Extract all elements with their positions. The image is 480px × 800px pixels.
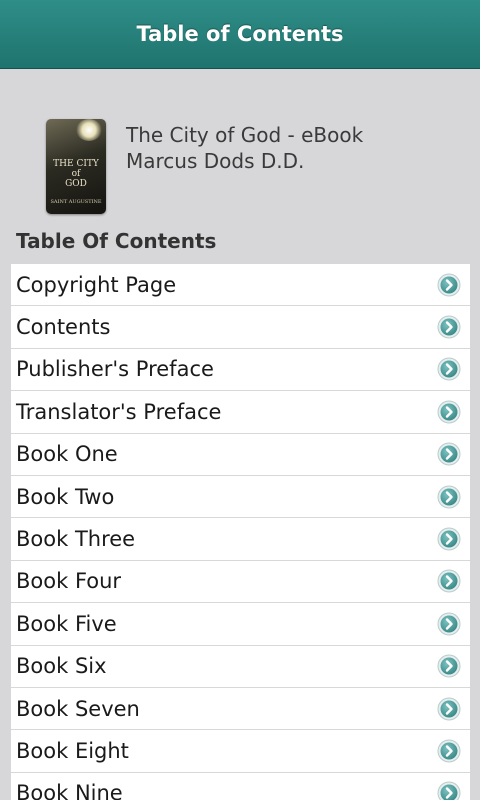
- chevron-right-circle-icon[interactable]: [437, 485, 461, 509]
- app-header: Table of Contents: [0, 0, 480, 69]
- toc-row[interactable]: Book Four: [11, 560, 470, 604]
- toc-list: Copyright Page Contents Publisher's Prefac…: [11, 264, 470, 800]
- section-heading: Table Of Contents: [16, 229, 217, 253]
- chevron-right-circle-icon[interactable]: [437, 400, 461, 424]
- chevron-right-circle-icon[interactable]: [437, 273, 461, 297]
- chevron-right-circle-icon[interactable]: [437, 654, 461, 678]
- toc-row-label: Book Three: [16, 527, 136, 552]
- toc-row[interactable]: Book Nine: [11, 772, 470, 800]
- toc-row-label: Book Seven: [16, 696, 140, 721]
- chevron-right-circle-icon[interactable]: [437, 527, 461, 551]
- toc-row-label: Book Five: [16, 611, 117, 636]
- chevron-right-circle-icon[interactable]: [437, 442, 461, 466]
- chevron-right-circle-icon[interactable]: [437, 739, 461, 763]
- toc-row[interactable]: Book One: [11, 433, 470, 476]
- toc-row-label: Book One: [16, 442, 118, 467]
- toc-row-label: Book Eight: [16, 738, 129, 763]
- toc-row[interactable]: Book Two: [11, 475, 470, 519]
- toc-row[interactable]: Book Eight: [11, 730, 470, 773]
- cover-title-line3: GOD: [65, 179, 87, 189]
- toc-row-label: Book Nine: [16, 781, 123, 800]
- toc-row[interactable]: Translator's Preface: [11, 391, 470, 434]
- toc-row-label: Translator's Preface: [16, 399, 222, 424]
- toc-row[interactable]: Copyright Page: [11, 264, 470, 307]
- chevron-right-circle-icon[interactable]: [437, 697, 461, 721]
- toc-row[interactable]: Book Five: [11, 603, 470, 646]
- book-title: The City of God - eBook: [126, 123, 364, 147]
- book-cover-image: THE CITY of GOD SAINT AUGUSTINE: [46, 119, 106, 214]
- toc-row-label: Publisher's Preface: [16, 357, 214, 382]
- book-author: Marcus Dods D.D.: [126, 149, 305, 173]
- toc-row[interactable]: Book Six: [11, 645, 470, 688]
- chevron-right-circle-icon[interactable]: [437, 569, 461, 593]
- toc-row[interactable]: Book Three: [11, 518, 470, 561]
- toc-row-label: Book Four: [16, 569, 122, 594]
- toc-row[interactable]: Book Seven: [11, 687, 470, 731]
- chevron-right-circle-icon[interactable]: [437, 612, 461, 636]
- book-info: THE CITY of GOD SAINT AUGUSTINE The City…: [46, 119, 363, 214]
- toc-row-label: Copyright Page: [16, 272, 177, 297]
- chevron-right-circle-icon[interactable]: [437, 357, 461, 381]
- toc-row-label: Book Six: [16, 654, 107, 679]
- cover-author: SAINT AUGUSTINE: [50, 199, 102, 205]
- cover-title-line2: of: [71, 169, 81, 179]
- chevron-right-circle-icon[interactable]: [437, 781, 461, 800]
- toc-row-label: Book Two: [16, 484, 115, 509]
- toc-row[interactable]: Publisher's Preface: [11, 348, 470, 392]
- cover-title-line1: THE CITY: [53, 159, 99, 169]
- chevron-right-circle-icon[interactable]: [437, 315, 461, 339]
- toc-row[interactable]: Contents: [11, 306, 470, 349]
- header-title: Table of Contents: [136, 22, 344, 46]
- toc-row-label: Contents: [16, 315, 111, 340]
